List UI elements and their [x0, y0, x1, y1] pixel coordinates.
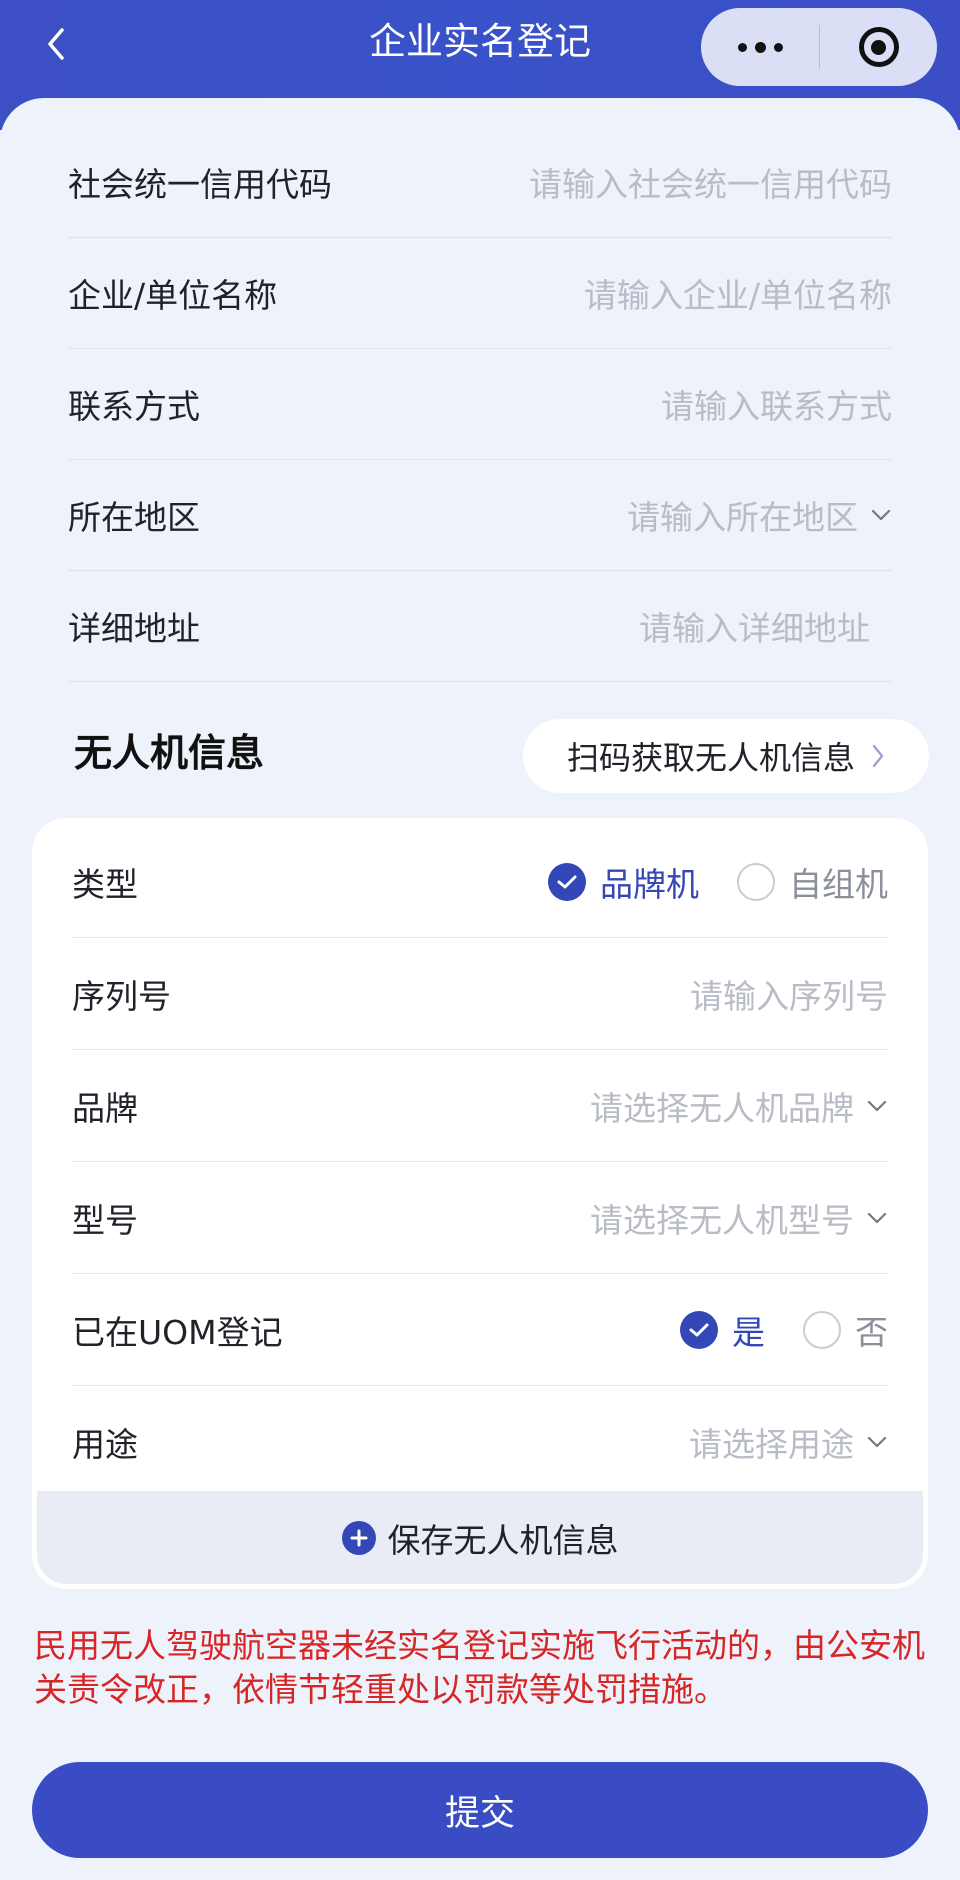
chevron-down-icon — [867, 1100, 887, 1111]
field-label: 企业/单位名称 — [68, 276, 278, 315]
radio-brand-machine[interactable]: 品牌机 — [548, 858, 699, 906]
radio-uom-no[interactable]: 否 — [803, 1306, 888, 1354]
type-row: 类型 品牌机 自组机 — [72, 826, 888, 938]
field-label: 序列号 — [72, 976, 171, 1016]
chevron-down-icon — [867, 1212, 887, 1223]
field-label: 社会统一信用代码 — [68, 165, 332, 204]
model-row[interactable]: 型号 请选择无人机型号 — [72, 1162, 888, 1274]
field-label: 联系方式 — [68, 387, 200, 426]
chevron-down-icon — [867, 1436, 887, 1447]
field-label: 用途 — [72, 1424, 138, 1464]
address-input[interactable]: 请输入详细地址 — [639, 602, 870, 650]
radio-self-built[interactable]: 自组机 — [737, 858, 888, 906]
submit-button-label: 提交 — [444, 1793, 515, 1834]
brand-row[interactable]: 品牌 请选择无人机品牌 — [72, 1050, 888, 1162]
more-dots-icon — [734, 41, 787, 53]
field-label: 已在UOM登记 — [72, 1312, 283, 1352]
empty-circle-icon — [803, 1310, 841, 1349]
uom-row: 已在UOM登记 是 否 — [72, 1274, 888, 1386]
scan-drone-info-button[interactable]: 扫码获取无人机信息 — [523, 719, 929, 793]
credit-code-field[interactable]: 社会统一信用代码 请输入社会统一信用代码 — [68, 127, 892, 238]
company-name-field[interactable]: 企业/单位名称 请输入企业/单位名称 — [68, 238, 892, 349]
region-select[interactable]: 请输入所在地区 — [627, 491, 892, 539]
contact-field[interactable]: 联系方式 请输入联系方式 — [68, 349, 892, 460]
uom-radio-group: 是 否 — [680, 1306, 888, 1354]
scan-button-label: 扫码获取无人机信息 — [566, 739, 855, 777]
empty-circle-icon — [737, 862, 775, 901]
drone-info-card: 类型 品牌机 自组机 序列号 请输入序列号 品牌 请选择无人机品牌 型号 请选择… — [32, 818, 928, 1589]
brand-select[interactable]: 请选择无人机品牌 — [590, 1082, 888, 1130]
credit-code-input[interactable]: 请输入社会统一信用代码 — [529, 158, 892, 206]
contact-input[interactable]: 请输入联系方式 — [661, 380, 892, 428]
mini-program-capsule — [701, 8, 937, 86]
drone-section-title: 无人机信息 — [74, 731, 265, 775]
field-label: 型号 — [72, 1200, 138, 1240]
usage-select[interactable]: 请选择用途 — [689, 1418, 888, 1466]
check-circle-icon — [548, 862, 586, 901]
check-circle-icon — [680, 1310, 718, 1349]
field-label: 所在地区 — [68, 498, 200, 537]
region-field[interactable]: 所在地区 请输入所在地区 — [68, 460, 892, 571]
target-icon — [858, 27, 899, 67]
close-mini-program-button[interactable] — [820, 8, 937, 86]
address-field[interactable]: 详细地址 请输入详细地址 — [68, 571, 892, 682]
radio-uom-yes[interactable]: 是 — [680, 1306, 765, 1354]
plus-circle-icon — [341, 1520, 376, 1555]
field-label: 类型 — [72, 864, 138, 904]
serial-input[interactable]: 请输入序列号 — [690, 970, 888, 1018]
save-drone-info-button[interactable]: 保存无人机信息 — [37, 1491, 923, 1584]
field-label: 品牌 — [72, 1088, 138, 1128]
chevron-right-icon — [872, 744, 884, 768]
type-radio-group: 品牌机 自组机 — [548, 858, 888, 906]
submit-button[interactable]: 提交 — [32, 1762, 928, 1858]
field-label: 详细地址 — [68, 609, 200, 648]
company-name-input[interactable]: 请输入企业/单位名称 — [584, 269, 892, 317]
serial-row[interactable]: 序列号 请输入序列号 — [72, 938, 888, 1050]
more-button[interactable] — [701, 8, 819, 86]
warning-notice: 民用无人驾驶航空器未经实名登记实施飞行活动的，由公安机关责令改正，依情节轻重处以… — [34, 1626, 925, 1709]
save-button-label: 保存无人机信息 — [387, 1520, 619, 1560]
usage-row[interactable]: 用途 请选择用途 — [72, 1386, 888, 1498]
model-select[interactable]: 请选择无人机型号 — [590, 1194, 888, 1242]
chevron-down-icon — [871, 509, 891, 521]
